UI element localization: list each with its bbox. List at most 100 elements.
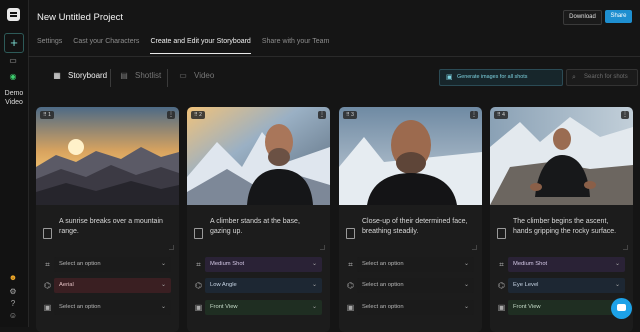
tab-share[interactable]: Share with your Team (262, 36, 330, 52)
shot-number: 4 (502, 112, 505, 118)
view-tab-label: Storyboard (68, 71, 108, 80)
shot-image[interactable] (36, 107, 179, 205)
project-icon[interactable]: ◉ (8, 72, 18, 82)
shot-description[interactable]: A sunrise breaks over a mountain range. (59, 217, 171, 237)
camera-view-select[interactable]: Front View⌄ (508, 300, 625, 315)
share-button[interactable]: Share (605, 10, 632, 23)
shot-type-select[interactable]: Medium Shot ⌄ (508, 257, 625, 272)
emoji-icon[interactable]: ☻ (8, 273, 18, 283)
search-placeholder: Search for shots (584, 74, 628, 80)
project-name-line-2[interactable]: Video (0, 98, 28, 107)
divider (110, 69, 111, 87)
camera-angle-select[interactable]: Eye Level ⌄ (508, 278, 625, 293)
project-name-line-1[interactable]: Demo (0, 89, 28, 98)
camera-view-row: ▣ Select an option ⌄ (339, 300, 482, 316)
image-icon: ▣ (446, 74, 453, 81)
shot-number-badge[interactable]: ⠿ 2 (191, 111, 205, 119)
folder-icon[interactable]: ▭ (8, 56, 18, 66)
generate-images-button[interactable]: ▣ Generate images for all shots (439, 69, 563, 86)
download-button[interactable]: Download (563, 10, 602, 25)
divider (167, 69, 168, 87)
camera-view-select[interactable]: Select an option ⌄ (54, 300, 171, 315)
search-icon: ⌕ (572, 74, 576, 81)
view-tab-shotlist[interactable]: ▤ Shotlist (120, 70, 161, 82)
video-icon: ▭ (179, 71, 187, 80)
document-icon (497, 228, 506, 239)
camera-view-value: Front View (513, 304, 541, 310)
more-options-icon[interactable]: ⋮ (470, 111, 478, 119)
camera-angle-row: ⌬ Eye Level ⌄ (490, 278, 633, 294)
resize-handle-icon[interactable] (320, 245, 325, 250)
user-icon[interactable]: ☺ (8, 311, 18, 321)
chat-support-icon[interactable] (611, 298, 632, 319)
project-title[interactable]: New Untitled Project (37, 12, 123, 23)
shot-card[interactable]: ⠿ 4 ⋮ The climber begins the ascent, han… (490, 107, 633, 332)
help-button[interactable]: ? (8, 299, 18, 309)
camera-angle-row: ⌬ Aerial ⌄ (36, 278, 179, 294)
view-tab-label: Video (194, 71, 215, 80)
search-input[interactable]: ⌕ Search for shots (566, 69, 638, 86)
shot-type-row: ⌗ Medium Shot ⌄ (187, 257, 330, 273)
camera-angle-value: Aerial (59, 282, 74, 288)
camera-angle-icon: ⌬ (195, 281, 202, 290)
camera-view-select[interactable]: Select an option ⌄ (357, 300, 474, 315)
camera-view-icon: ▣ (497, 303, 506, 312)
camera-angle-select[interactable]: Aerial ⌄ (54, 278, 171, 293)
resize-handle-icon[interactable] (169, 245, 174, 250)
resize-handle-icon[interactable] (472, 245, 477, 250)
shot-card[interactable]: ⠿ 2 ⋮ A climber stands at the base, gazi… (187, 107, 330, 332)
camera-angle-icon: ⌬ (498, 281, 505, 290)
settings-gear-icon[interactable]: ⚙ (8, 287, 18, 297)
view-tab-video[interactable]: ▭ Video (179, 70, 214, 82)
shot-number-badge[interactable]: ⠿ 4 (494, 111, 508, 119)
add-project-button[interactable]: + (4, 33, 24, 53)
camera-view-value: Select an option (362, 304, 404, 310)
shot-card[interactable]: ⠿ 3 ⋮ Close-up of their determined face,… (339, 107, 482, 332)
shot-image[interactable] (490, 107, 633, 205)
shot-number-badge[interactable]: ⠿ 3 (343, 111, 357, 119)
camera-angle-value: Eye Level (513, 282, 539, 288)
app-logo-icon[interactable] (7, 8, 20, 21)
chevron-down-icon: ⌄ (614, 261, 620, 267)
document-icon (346, 228, 355, 239)
chevron-down-icon: ⌄ (311, 261, 317, 267)
shot-number-badge[interactable]: ⠿ 1 (40, 111, 54, 119)
shot-card[interactable]: ⠿ 1 ⋮ A sunrise breaks over a mountain r… (36, 107, 179, 332)
storyboard-toolbar: ▦ Storyboard ▤ Shotlist ▭ Video ▣ Genera… (28, 57, 640, 97)
shot-type-value: Medium Shot (210, 261, 245, 267)
camera-angle-row: ⌬ Select an option ⌄ (339, 278, 482, 294)
camera-angle-select[interactable]: Select an option ⌄ (357, 278, 474, 293)
resize-handle-icon[interactable] (623, 245, 628, 250)
tab-cast[interactable]: Cast your Characters (73, 36, 139, 52)
shot-type-icon: ⌗ (45, 260, 50, 269)
shot-description[interactable]: A climber stands at the base, gazing up. (210, 217, 322, 237)
shot-type-select[interactable]: Medium Shot ⌄ (205, 257, 322, 272)
shot-type-select[interactable]: Select an option ⌄ (357, 257, 474, 272)
shot-number: 1 (48, 112, 51, 118)
shot-number: 2 (199, 112, 202, 118)
camera-view-icon: ▣ (43, 303, 52, 312)
camera-view-select[interactable]: Front View⌄ (205, 300, 322, 315)
view-tab-storyboard[interactable]: ▦ Storyboard (53, 70, 107, 82)
camera-angle-value: Low Angle (210, 282, 237, 288)
left-rail: + ▭ ◉ Demo Video ☻ ⚙ ? ☺ (0, 0, 29, 327)
camera-angle-select[interactable]: Low Angle ⌄ (205, 278, 322, 293)
camera-view-icon: ▣ (194, 303, 203, 312)
chevron-down-icon: ⌄ (463, 282, 469, 288)
shot-number: 3 (351, 112, 354, 118)
camera-angle-row: ⌬ Low Angle ⌄ (187, 278, 330, 294)
tab-settings[interactable]: Settings (37, 36, 62, 52)
shot-type-select[interactable]: Select an option ⌄ (54, 257, 171, 272)
shot-image[interactable] (187, 107, 330, 205)
shot-description[interactable]: Close-up of their determined face, breat… (362, 217, 474, 237)
more-options-icon[interactable]: ⋮ (621, 111, 629, 119)
shot-image[interactable] (339, 107, 482, 205)
shot-description[interactable]: The climber begins the ascent, hands gri… (513, 217, 625, 237)
more-options-icon[interactable]: ⋮ (167, 111, 175, 119)
camera-view-value: Front View (210, 304, 238, 310)
tab-storyboard[interactable]: Create and Edit your Storyboard (150, 36, 252, 54)
generate-images-label: Generate images for all shots (457, 74, 528, 80)
shot-type-row: ⌗ Select an option ⌄ (36, 257, 179, 273)
more-options-icon[interactable]: ⋮ (318, 111, 326, 119)
shot-type-value: Select an option (362, 261, 404, 267)
